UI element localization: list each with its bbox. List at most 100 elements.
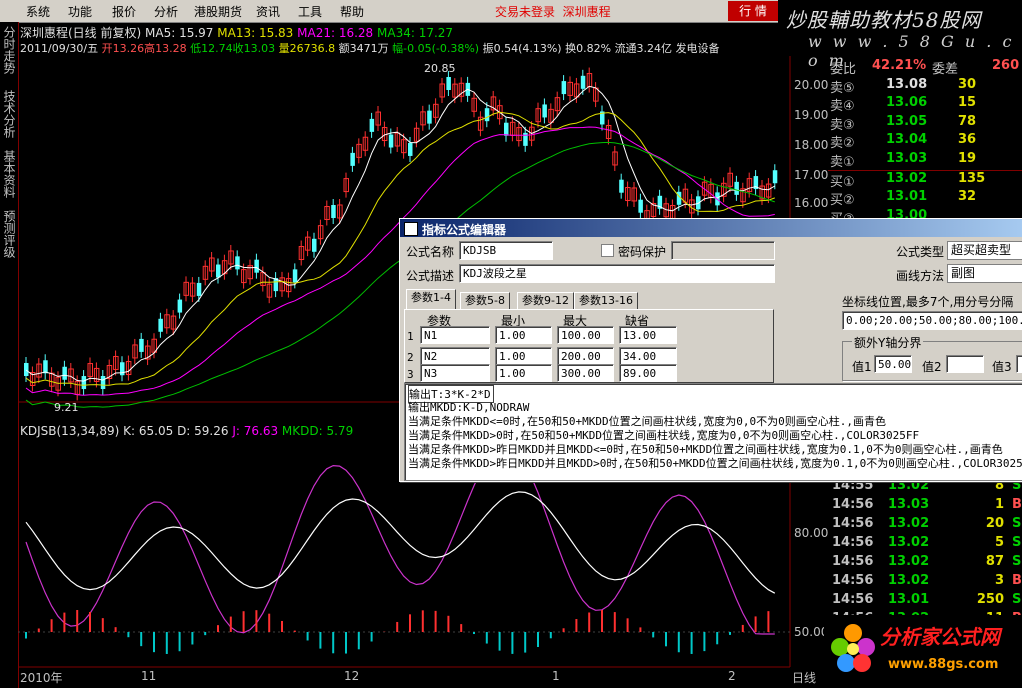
value1-label: 值1 — [852, 360, 872, 374]
logo-text: 分析家公式网 — [880, 625, 1000, 649]
bottom-logo: 分析家公式网 www.88gs.com — [824, 615, 1022, 688]
draw-method-select[interactable]: 副图 — [947, 264, 1022, 283]
menu-function[interactable]: 功能 — [68, 3, 92, 20]
value1-input[interactable]: 50.00 — [874, 355, 912, 373]
coord-lines-input[interactable]: 0.00;20.00;50.00;80.00;100.00 — [842, 311, 1022, 330]
bid-row[interactable]: 买② 13.01 32 — [828, 189, 1022, 208]
password-checkbox[interactable] — [601, 244, 614, 257]
ask-row[interactable]: 卖⑤ 13.08 30 — [828, 77, 1022, 96]
quote-amplitude: 振0.54(4.13%) — [482, 42, 562, 55]
formula-desc-input[interactable]: KDJ波段之星 — [459, 264, 775, 283]
tick-row[interactable]: 14:56 13.02 20 S — [828, 516, 1022, 535]
ask-row[interactable]: 卖① 13.03 19 — [828, 151, 1022, 170]
formula-editor-dialog: 指标公式编辑器 公式名称 KDJSB 密码保护 公式类型 超买超卖型 公式描述 … — [399, 218, 1022, 482]
menu-tools[interactable]: 工具 — [298, 3, 322, 20]
menu-quote[interactable]: 报价 — [112, 3, 136, 20]
menu-news[interactable]: 资讯 — [256, 3, 280, 20]
formula-editor[interactable]: 输出T:3*K-2*D 输出MKDD:K-D,NODRAW 当满足条件MKDD<… — [404, 383, 1022, 481]
quote-industry: 发电设备 — [675, 42, 720, 55]
quote-high: 高13.28 — [144, 42, 187, 55]
menu-help[interactable]: 帮助 — [340, 3, 364, 20]
candle-body — [235, 256, 240, 270]
candle-body — [62, 366, 67, 380]
param-default-input[interactable]: 13.00 — [619, 326, 677, 344]
password-input[interactable] — [671, 241, 775, 260]
candle-body — [734, 181, 739, 195]
ask-row[interactable]: 卖④ 13.06 15 — [828, 95, 1022, 114]
candle-body — [100, 375, 106, 389]
bid-row[interactable]: 买① 13.02 135 — [828, 169, 1022, 190]
high-annotation: 20.85 — [424, 62, 456, 75]
param-min-input[interactable]: 1.00 — [495, 364, 552, 382]
value2-label: 值2 — [922, 360, 942, 374]
quote-date: 2011/09/30/五 — [20, 42, 99, 55]
trade-status[interactable]: 交易未登录 深圳惠程 — [495, 3, 611, 20]
candle-body — [139, 338, 144, 352]
extra-y-axis-label: 额外Y轴分界 — [852, 334, 924, 351]
menu-hk-futures[interactable]: 港股期货 — [194, 3, 242, 20]
tab-forecast[interactable]: 预测评级 — [1, 210, 16, 261]
formula-name-input[interactable]: KDJSB — [459, 241, 553, 260]
candle-body — [177, 299, 183, 313]
x-label: 2010年 — [20, 671, 63, 685]
tick-row[interactable]: 14:56 13.01 250 S — [828, 592, 1022, 611]
param-min-input[interactable]: 1.00 — [495, 347, 552, 365]
param-max-input[interactable]: 300.00 — [557, 364, 614, 382]
x-label: 11 — [141, 669, 157, 683]
quote-change: 幅-0.05(-0.38%) — [392, 42, 480, 55]
param-default-input[interactable]: 89.00 — [619, 364, 677, 382]
candle-body — [369, 118, 375, 132]
tab-technical[interactable]: 技术分析 — [1, 90, 16, 141]
candle-body — [331, 205, 336, 219]
param-name-input[interactable]: N2 — [420, 347, 490, 365]
quote-volume: 量26736.8 — [278, 42, 336, 55]
quote-turnover: 换0.82% — [565, 42, 612, 55]
logo-url: www.88gs.com — [888, 657, 999, 672]
price-tick: 17.00 — [794, 168, 829, 182]
param-row-no: 2 — [407, 351, 414, 364]
param-name-input[interactable]: N3 — [420, 364, 490, 382]
tab-fundamentals[interactable]: 基本资料 — [1, 150, 16, 201]
tab-params-5-8[interactable]: 参数5-8 — [460, 292, 510, 310]
value3-input[interactable] — [1016, 355, 1022, 373]
param-max-input[interactable]: 100.00 — [557, 326, 614, 344]
tick-row[interactable]: 14:56 13.02 3 B — [828, 573, 1022, 592]
ask-row[interactable]: 卖③ 13.05 78 — [828, 114, 1022, 133]
ask-row[interactable]: 卖② 13.04 36 — [828, 132, 1022, 151]
candle-body — [254, 259, 259, 273]
tab-params-1-4[interactable]: 参数1-4 — [406, 289, 456, 310]
period-label[interactable]: 日线 — [792, 669, 816, 686]
editor-icon — [404, 222, 418, 236]
dialog-titlebar[interactable]: 指标公式编辑器 — [400, 219, 1022, 237]
param-max-input[interactable]: 200.00 — [557, 347, 614, 365]
candle-body — [580, 75, 586, 89]
kdj-header: KDJSB(13,34,89) K: 65.05 D: 59.26 J: 76.… — [20, 424, 353, 438]
candle-body — [312, 238, 317, 252]
tab-params-13-16[interactable]: 参数13-16 — [574, 292, 638, 310]
tab-intraday[interactable]: 分时走势 — [1, 26, 16, 77]
menu-analysis[interactable]: 分析 — [154, 3, 178, 20]
param-name-input[interactable]: N1 — [420, 326, 490, 344]
order-book: 委比 42.21% 委差 260 卖⑤ 13.08 30 卖④ 13.06 15 卖③ 1… — [828, 58, 1022, 227]
indicator-header: 深圳惠程(日线 前复权) MA5: 15.97 MA13: 15.83 MA21… — [20, 24, 453, 41]
candle-body — [350, 152, 355, 166]
candle-body — [388, 134, 394, 148]
tick-row[interactable]: 14:56 13.03 1 B — [828, 497, 1022, 516]
tick-row[interactable]: 14:56 13.02 5 S — [828, 535, 1022, 554]
tab-params-9-12[interactable]: 参数9-12 — [517, 292, 574, 310]
ma5-value: MA5: 15.97 — [145, 26, 214, 40]
candle-body — [484, 108, 490, 122]
formula-type-select[interactable]: 超买超卖型 — [947, 241, 1022, 260]
value2-input[interactable] — [946, 355, 984, 373]
quote-button[interactable]: 行 情 — [728, 1, 778, 21]
menu-system[interactable]: 系统 — [26, 3, 50, 20]
formula-desc-label: 公式描述 — [406, 269, 455, 283]
param-default-input[interactable]: 34.00 — [619, 347, 677, 365]
param-min-input[interactable]: 1.00 — [495, 326, 552, 344]
tick-row[interactable]: 14:56 13.02 87 S — [828, 554, 1022, 573]
quote-amount: 额3471万 — [338, 42, 389, 55]
ma34-value: MA34: 17.27 — [377, 26, 454, 40]
candle-body — [772, 170, 778, 184]
order-ratio-value: 42.21% — [872, 58, 927, 73]
price-tick: 20.00 — [794, 78, 829, 92]
